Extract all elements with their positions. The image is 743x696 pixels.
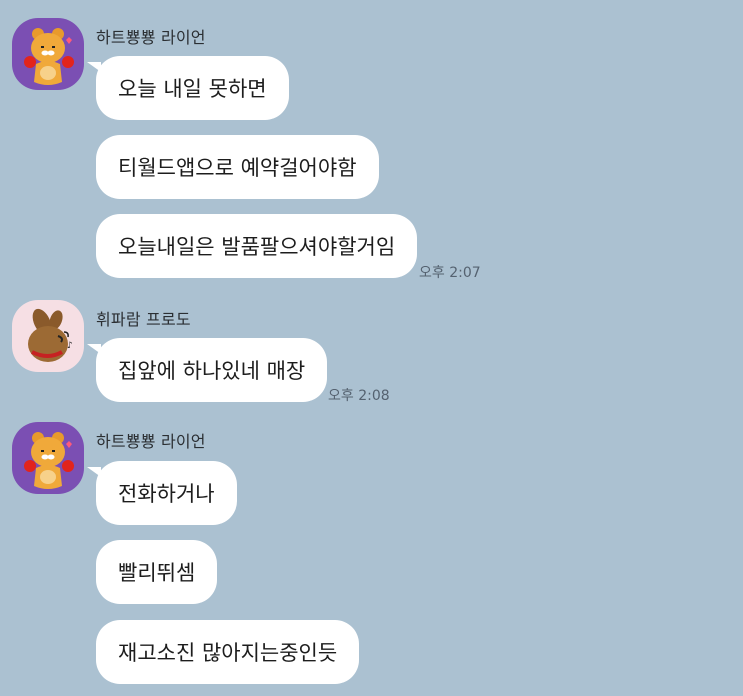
message-text: 재고소진 많아지는중인듯 <box>118 641 338 665</box>
sender-name: 하트뿅뿅 라이언 <box>96 432 206 451</box>
message-bubble[interactable]: 티월드앱으로 예약걸어야함 <box>96 135 379 199</box>
sender-avatar[interactable]: ♪ <box>12 300 84 372</box>
sender-name: 하트뿅뿅 라이언 <box>96 28 206 47</box>
sender-avatar[interactable] <box>12 422 84 494</box>
ryan-character-icon <box>24 432 74 489</box>
sender-name: 휘파람 프로도 <box>96 310 191 329</box>
message-bubble[interactable]: 재고소진 많아지는중인듯 <box>96 620 360 684</box>
message-text: 빨리뛰셈 <box>118 561 196 585</box>
message-bubble[interactable]: 집앞에 하나있네 매장 <box>86 338 328 402</box>
message-bubble[interactable]: 전화하거나 <box>87 461 237 525</box>
message-bubble[interactable]: 빨리뛰셈 <box>96 540 218 604</box>
message-timestamp: 오후 2:07 <box>419 265 481 281</box>
message-bubble[interactable]: 오늘 내일 못하면 <box>87 56 289 120</box>
message-text: 티월드앱으로 예약걸어야함 <box>118 156 357 180</box>
frodo-character-icon: ♪ <box>28 308 73 362</box>
message-bubble[interactable]: 오늘내일은 발품팔으셔야할거임 <box>96 214 418 278</box>
ryan-character-icon <box>24 28 74 85</box>
message-text: 집앞에 하나있네 매장 <box>118 359 306 383</box>
svg-text:♪: ♪ <box>67 341 73 351</box>
message-text: 오늘 내일 못하면 <box>118 77 267 101</box>
message-text: 오늘내일은 발품팔으셔야할거임 <box>118 235 396 259</box>
message-text: 전화하거나 <box>118 482 215 506</box>
message-timestamp: 오후 2:08 <box>328 388 390 404</box>
sender-avatar[interactable] <box>12 18 84 90</box>
